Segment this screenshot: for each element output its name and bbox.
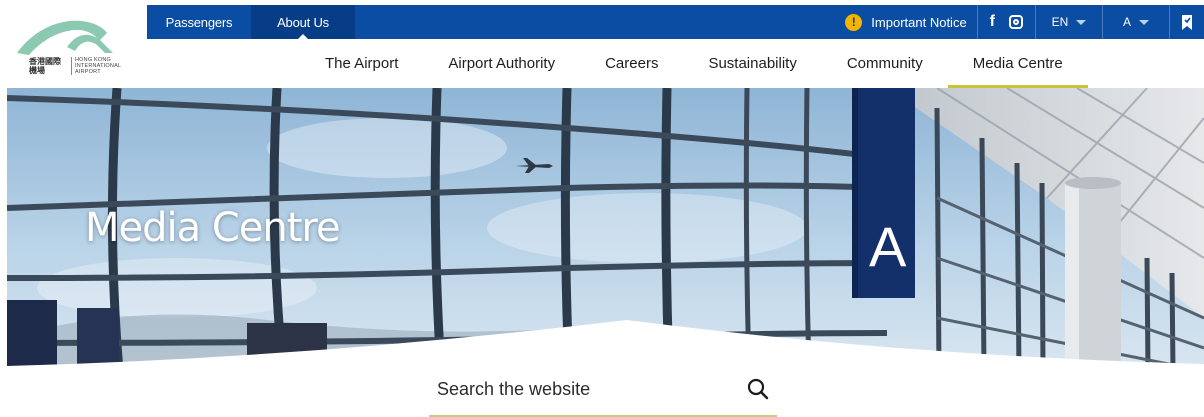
search-icon[interactable] (747, 378, 769, 400)
chevron-down-icon (1076, 19, 1087, 25)
nav-sustainability[interactable]: Sustainability (683, 39, 821, 88)
nav-airport-authority[interactable]: Airport Authority (423, 39, 580, 88)
site-search (429, 363, 777, 417)
bookmark-icon (1182, 14, 1192, 30)
nav-the-airport[interactable]: The Airport (300, 39, 423, 88)
language-selector[interactable]: EN (1036, 5, 1102, 39)
font-size-value: A (1122, 15, 1131, 29)
nav-media-centre[interactable]: Media Centre (947, 39, 1088, 88)
facebook-icon[interactable]: f (990, 13, 995, 31)
social-links: f (978, 5, 1035, 39)
tab-passengers[interactable]: Passengers (147, 5, 251, 39)
nav-careers[interactable]: Careers (580, 39, 683, 88)
logo-english-text: HONG KONG INTERNATIONAL AIRPORT (71, 57, 121, 75)
sign-letter: A (869, 215, 907, 278)
chevron-down-icon (1139, 19, 1149, 25)
main-navigation: The Airport Airport Authority Careers Su… (300, 39, 1088, 88)
tab-about-us[interactable]: About Us (251, 5, 355, 40)
search-input[interactable] (437, 378, 727, 400)
exclamation-circle-icon: ! (845, 13, 863, 31)
logo-chinese-text: 香港國際機場 (29, 57, 61, 75)
page-title: Media Centre (85, 205, 341, 251)
top-utility-bar: Passengers About Us ! Important Notice f… (147, 5, 1204, 40)
notice-label: Important Notice (871, 14, 967, 30)
hero-banner: A Media Centre (7, 88, 1204, 371)
instagram-icon[interactable] (1009, 15, 1023, 29)
nav-community[interactable]: Community (822, 39, 948, 88)
font-size-selector[interactable]: A (1103, 5, 1169, 39)
logo-mark-icon (17, 20, 113, 55)
language-value: EN (1051, 15, 1069, 29)
important-notice-link[interactable]: ! Important Notice (835, 5, 976, 39)
hkia-logo[interactable]: 香港國際機場 HONG KONG INTERNATIONAL AIRPORT (15, 17, 135, 81)
bookmark-button[interactable] (1170, 5, 1204, 39)
